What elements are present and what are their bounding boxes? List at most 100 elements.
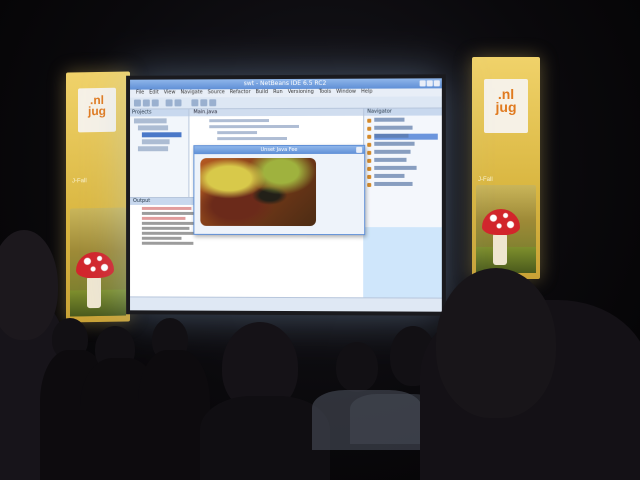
menu-item-refactor[interactable]: Refactor (230, 89, 251, 95)
window-title: swt - NetBeans IDE 6.5 RC2 (243, 79, 327, 88)
open-icon[interactable] (142, 99, 150, 107)
tree-item[interactable] (141, 139, 189, 145)
projects-panel: Projects (130, 109, 190, 197)
code-line (209, 119, 270, 123)
audience-head (436, 268, 556, 418)
nljug-logo-text: .nl jug (88, 92, 106, 119)
banner-tagline: J-Fall (72, 178, 87, 185)
audience-shirt (350, 394, 440, 444)
redo-icon[interactable] (174, 99, 182, 107)
navigator-item[interactable] (367, 117, 438, 124)
demo-app-dialog[interactable]: Unset Java Fee (193, 144, 366, 236)
status-bar (130, 296, 442, 312)
dialog-close-icon[interactable] (356, 146, 363, 153)
audience-head (52, 318, 88, 360)
audience-member (138, 350, 210, 480)
mushroom-photo (70, 207, 126, 317)
close-button[interactable] (433, 80, 440, 87)
save-icon[interactable] (151, 99, 159, 107)
menu-item-edit[interactable]: Edit (149, 90, 159, 96)
method-icon (367, 142, 372, 147)
menu-item-navigate[interactable]: Navigate (180, 89, 202, 95)
navigator-item[interactable] (367, 157, 438, 164)
projection-screen: swt - NetBeans IDE 6.5 RC2 File Edit View N… (126, 74, 446, 316)
toolbar (130, 96, 442, 110)
audience-head (390, 326, 436, 386)
minimize-button[interactable] (419, 80, 426, 87)
method-icon (367, 126, 372, 131)
menu-item-versioning[interactable]: Versioning (288, 89, 314, 95)
menu-item-tools[interactable]: Tools (319, 89, 331, 95)
audience-head (336, 342, 378, 392)
code-line (209, 124, 299, 129)
rendered-image (200, 157, 317, 227)
editor-tab[interactable]: Main.java (189, 108, 364, 117)
banner-tagline: J-Fall (478, 177, 493, 183)
navigator-item[interactable] (367, 173, 438, 180)
build-icon[interactable] (191, 99, 199, 107)
method-icon (367, 118, 372, 123)
debug-icon[interactable] (209, 99, 217, 107)
menu-item-run[interactable]: Run (273, 89, 283, 95)
output-line (141, 226, 190, 230)
audience-shirt (312, 390, 422, 450)
navigator-item-selected[interactable] (367, 133, 438, 140)
run-icon[interactable] (200, 99, 208, 107)
output-line (141, 236, 182, 240)
method-icon (367, 134, 372, 139)
undo-icon[interactable] (165, 99, 173, 107)
presentation-hall: .nl jug J-Fall .nl jug J-Fall swt - NetB… (0, 0, 640, 480)
nljug-logo-text: .nl jug (495, 86, 517, 115)
menu-item-view[interactable]: View (164, 89, 176, 95)
navigator-item[interactable] (367, 149, 438, 156)
nljug-logo: .nl jug (484, 79, 528, 133)
right-jug-banner: .nl jug J-Fall (472, 57, 540, 279)
mushroom-stem (87, 275, 101, 309)
maximize-button[interactable] (426, 80, 433, 87)
ide-window: swt - NetBeans IDE 6.5 RC2 File Edit View N… (130, 78, 442, 312)
audience-member (40, 350, 110, 480)
mushroom-stem (493, 233, 507, 265)
output-line (141, 241, 194, 245)
menu-item-window[interactable]: Window (336, 89, 356, 95)
audience-head (222, 322, 298, 412)
output-line (141, 216, 186, 220)
output-line (141, 206, 192, 210)
menu-item-help[interactable]: Help (361, 89, 372, 95)
navigator-panel: Navigator (363, 108, 442, 228)
audience-member (420, 300, 640, 480)
code-line (217, 131, 258, 135)
navigator-header: Navigator (364, 108, 442, 116)
tree-item[interactable] (133, 118, 189, 124)
menu-item-build[interactable]: Build (256, 89, 269, 95)
audience-head (152, 318, 188, 362)
method-icon (367, 166, 372, 171)
tree-item[interactable] (137, 125, 189, 131)
tree-item[interactable] (137, 146, 189, 152)
navigator-item[interactable] (367, 181, 438, 188)
navigator-item[interactable] (367, 125, 438, 132)
audience-member (0, 300, 70, 480)
new-file-icon[interactable] (133, 99, 141, 107)
projects-header: Projects (130, 109, 189, 117)
menu-item-source[interactable]: Source (208, 89, 225, 95)
method-icon (367, 174, 372, 179)
nljug-logo: .nl jug (78, 87, 116, 133)
navigator-item[interactable] (367, 165, 438, 172)
fly-agaric-mushroom (482, 209, 520, 235)
audience-member (80, 358, 160, 480)
fly-agaric-mushroom (76, 251, 114, 279)
audience-member (200, 396, 330, 480)
method-icon (367, 182, 372, 187)
output-line (141, 221, 198, 225)
audience-head (95, 326, 135, 372)
mushroom-photo (476, 185, 536, 273)
left-jug-banner: .nl jug J-Fall (66, 71, 130, 323)
method-icon (367, 150, 372, 155)
dialog-title: Unset Java Fee (194, 145, 365, 155)
audience-head (0, 230, 58, 340)
tree-item-selected[interactable] (141, 132, 182, 138)
menu-item-file[interactable]: File (136, 90, 144, 96)
navigator-item[interactable] (367, 141, 438, 148)
code-line (217, 136, 287, 141)
